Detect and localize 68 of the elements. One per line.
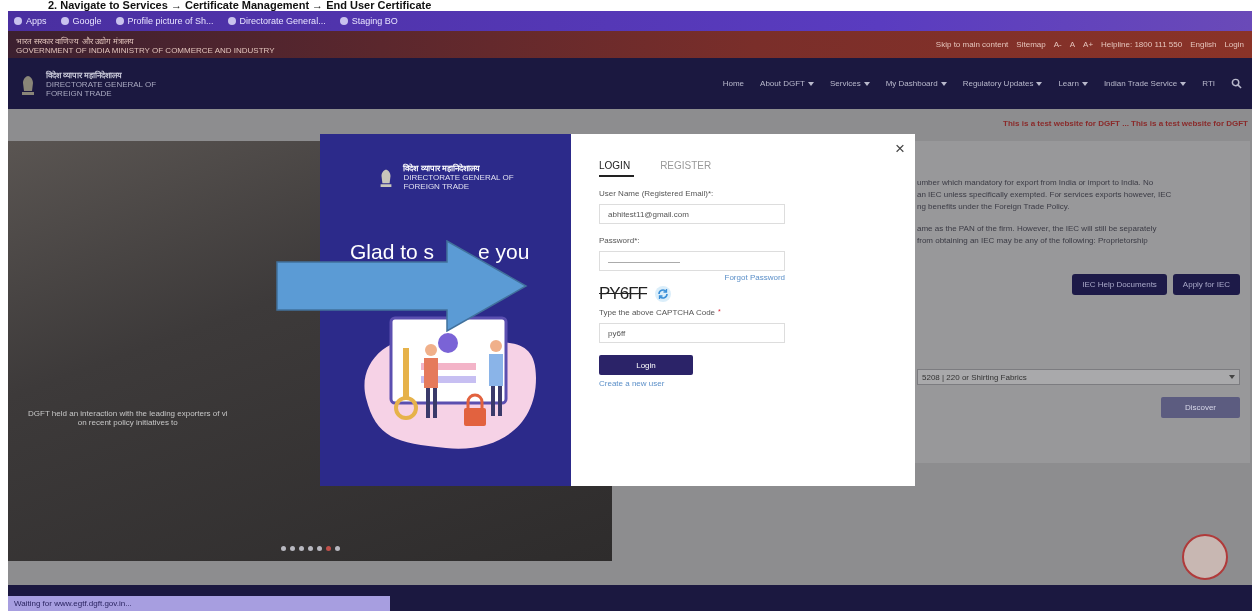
carousel-caption: DGFT held an interaction with the leading exporters of vi [28, 409, 228, 418]
site-name: DIRECTORATE GENERAL OF [403, 173, 514, 182]
site-name: FOREIGN TRADE [46, 89, 113, 98]
chatbot-avatar[interactable] [1182, 534, 1228, 580]
bookmark-link[interactable]: Profile picture of Sh... [115, 16, 214, 26]
carousel-dot[interactable] [280, 546, 286, 551]
utility-link[interactable]: A [1069, 40, 1076, 49]
bookmark-link[interactable]: Apps [14, 16, 47, 26]
nav-menu-item[interactable]: Services [829, 79, 870, 88]
nav-menu-item[interactable]: Learn [1058, 79, 1088, 88]
captcha-field[interactable]: py6ff [599, 323, 785, 343]
carousel-dot[interactable] [289, 546, 295, 551]
utility-link[interactable]: Sitemap [1016, 40, 1046, 49]
info-text: an IEC unless specifically exempted. For services exports however, IEC [917, 189, 1173, 201]
info-text: from obtaining an IEC may be any of the following: Proprietorship [917, 235, 1149, 247]
carousel-dot[interactable] [307, 546, 313, 551]
utility-link[interactable]: A- [1053, 40, 1062, 49]
ministry-text: GOVERNMENT OF INDIA MINISTRY OF COMMERCE AND INDUSTRY [16, 45, 275, 55]
utility-link[interactable]: A+ [1083, 40, 1094, 49]
utility-link[interactable]: Helpline: 1800 111 550 [1101, 40, 1183, 49]
refresh-icon[interactable] [654, 286, 671, 302]
marquee-text: This is a test website for DGFT ... This is a test website for DGFT [1003, 118, 1248, 128]
carousel-dot[interactable] [298, 546, 304, 551]
field-label: Type the above CAPTCHA Code [599, 308, 716, 317]
carousel-dot[interactable] [316, 546, 322, 551]
carousel-caption: on recent policy initiatives to [77, 418, 178, 427]
search-icon[interactable] [1231, 78, 1242, 89]
carousel-dot[interactable] [325, 546, 331, 551]
forgot-password-link[interactable]: Forgot Password [724, 273, 785, 282]
username-field[interactable]: abhitest11@gmail.com [599, 204, 785, 224]
info-text: ng benefits under the Foreign Trade Policy. [917, 201, 1071, 213]
password-field[interactable]: ————————— [599, 251, 785, 271]
bookmark-link[interactable]: Staging BO [339, 16, 398, 26]
nav-menu-item[interactable]: RTI [1202, 79, 1215, 88]
status-text: Waiting for www.egtf.dgft.gov.in... [8, 596, 390, 611]
ministry-text: भारत सरकार वाणिज्य और उद्योग मंत्रालय [16, 35, 136, 46]
bookmark-link[interactable]: Directorate General... [227, 16, 326, 26]
step-heading: 2. Navigate to Services → Certificate Management → End User Certificate [47, 0, 433, 11]
dialog-tab[interactable]: LOGIN [599, 160, 635, 177]
discover-button[interactable]: Discover [1160, 397, 1240, 418]
iec-button[interactable]: IEC Help Documents [1072, 274, 1167, 295]
info-text: umber which mandatory for export from India or import to India. No [917, 177, 1155, 189]
bookmark-link[interactable]: Google [60, 16, 102, 26]
utility-link[interactable]: English [1190, 40, 1217, 49]
site-name: DIRECTORATE GENERAL OF [46, 80, 157, 89]
site-name: FOREIGN TRADE [403, 182, 471, 191]
field-label: Password*: [599, 236, 641, 245]
site-name-hindi: विदेश व्यापार महानिदेशालय [403, 162, 481, 173]
nav-menu-item[interactable]: Home [722, 79, 745, 88]
nav-menu-item[interactable]: About DGFT [760, 79, 814, 88]
close-button[interactable]: × [895, 140, 905, 157]
iec-button[interactable]: Apply for IEC [1172, 274, 1240, 295]
login-button[interactable]: Login [599, 355, 693, 375]
nav-menu-item[interactable]: Regulatory Updates [962, 79, 1043, 88]
product-select[interactable]: 5208 | 220 or Shirting Fabrics [917, 369, 1240, 385]
caret-icon [1229, 375, 1235, 379]
greeting-text: e you [478, 241, 530, 262]
captcha-image: PY6FF [599, 284, 647, 304]
field-label: User Name (Registered Email)*: [599, 189, 715, 198]
utility-link[interactable]: Login [1224, 40, 1244, 49]
info-text: ame as the PAN of the firm. However, the IEC will still be separately [917, 223, 1158, 235]
utility-link[interactable]: Skip to main content [935, 40, 1009, 49]
greeting-text: Glad to s [350, 241, 435, 262]
create-user-link[interactable]: Create a new user [599, 379, 903, 388]
nav-menu-item[interactable]: Indian Trade Service [1103, 79, 1187, 88]
nav-menu-item[interactable]: My Dashboard [885, 79, 947, 88]
carousel-dot[interactable] [334, 546, 340, 551]
site-name-hindi: विदेश व्यापार महानिदेशालय [46, 69, 124, 80]
